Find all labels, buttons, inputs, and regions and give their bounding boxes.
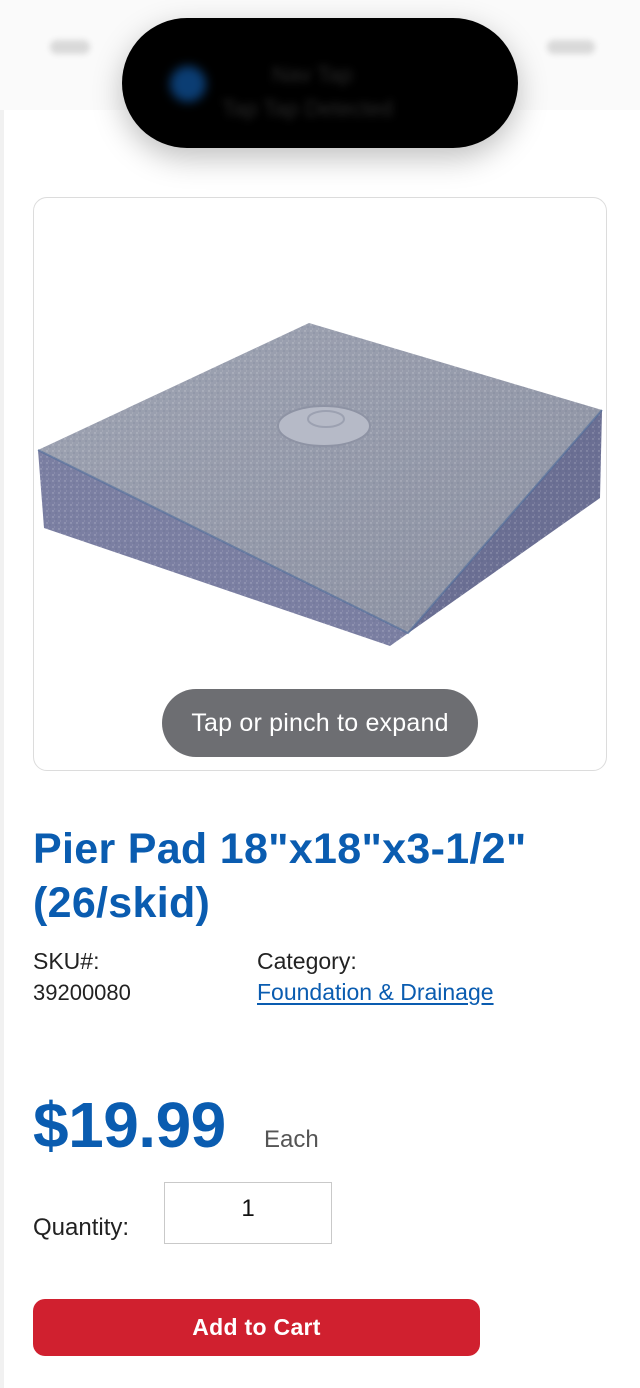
quantity-label: Quantity: <box>33 1214 130 1241</box>
island-title: Nav Tap <box>272 62 353 87</box>
sku-label: SKU#: <box>33 948 100 974</box>
product-title: Pier Pad 18"x18"x3-1/2" (26/skid) <box>33 825 527 927</box>
sku-value: 39200080 <box>33 980 131 1005</box>
category-label: Category: <box>257 948 357 974</box>
dynamic-island: Nav Tap Tap Tap Detected <box>122 18 518 148</box>
island-app-icon <box>170 66 206 102</box>
pier-pad-image <box>37 323 603 646</box>
status-icons-blurred <box>547 40 595 54</box>
product-image-card[interactable]: Tap or pinch to expand <box>33 197 607 771</box>
left-edge-strip <box>0 110 4 1388</box>
add-to-cart-button[interactable]: Add to Cart <box>33 1299 480 1356</box>
price-unit: Each <box>264 1126 319 1153</box>
island-subtitle: Tap Tap Detected <box>222 96 393 121</box>
status-time-blurred <box>50 40 90 54</box>
expand-hint-pill[interactable]: Tap or pinch to expand <box>162 689 478 757</box>
quantity-input[interactable] <box>164 1182 332 1244</box>
product-price: $19.99 <box>33 1089 226 1161</box>
category-link[interactable]: Foundation & Drainage <box>257 979 494 1006</box>
